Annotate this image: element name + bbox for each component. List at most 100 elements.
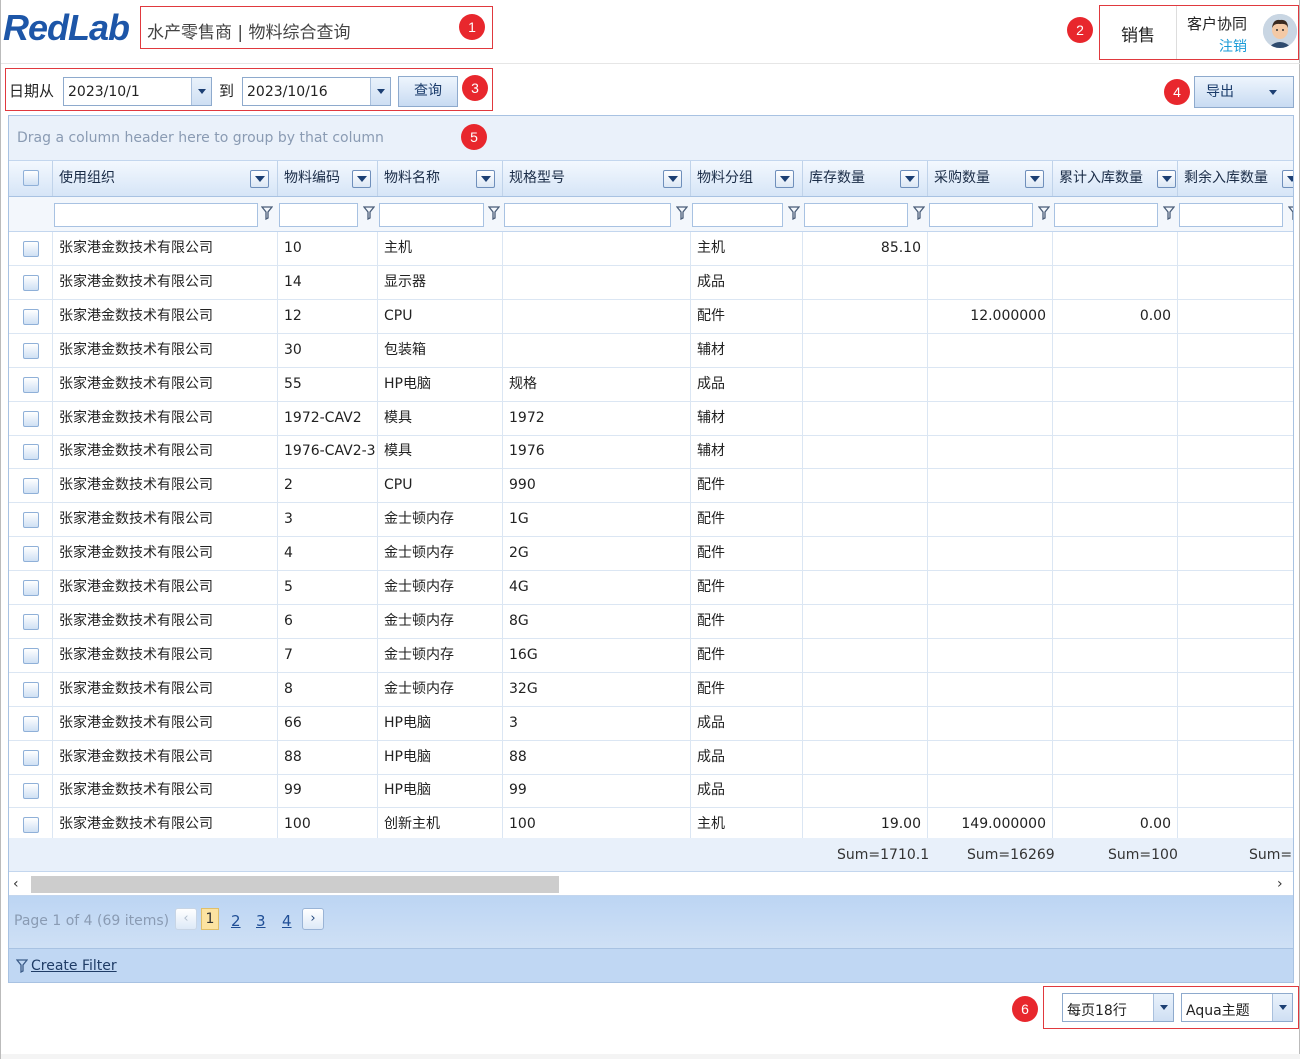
chevron-down-icon[interactable] xyxy=(1025,170,1044,188)
table-row[interactable]: 张家港金数技术有限公司 55 HP电脑 规格 成品 xyxy=(9,367,1293,402)
col-header-name[interactable]: 物料名称 xyxy=(378,161,503,196)
filter-icon[interactable] xyxy=(788,206,800,220)
filter-input-org[interactable] xyxy=(54,203,258,227)
current-page[interactable]: 1 xyxy=(201,908,219,930)
table-row[interactable]: 张家港金数技术有限公司 1976-CAV2-3 模具 1976 辅材 xyxy=(9,435,1293,470)
query-button[interactable]: 查询 xyxy=(398,76,458,107)
page-link-3[interactable]: 3 xyxy=(256,912,266,930)
row-checkbox[interactable] xyxy=(23,478,39,495)
table-row[interactable]: 张家港金数技术有限公司 4 金士顿内存 2G 配件 xyxy=(9,537,1293,572)
table-row[interactable]: 张家港金数技术有限公司 2 CPU 990 配件 xyxy=(9,469,1293,504)
table-row[interactable]: 张家港金数技术有限公司 88 HP电脑 88 成品 xyxy=(9,740,1293,775)
filter-icon[interactable] xyxy=(363,206,375,220)
filter-icon[interactable] xyxy=(488,206,500,220)
col-header-stock[interactable]: 库存数量 xyxy=(803,161,928,196)
filter-input-group[interactable] xyxy=(692,203,783,227)
page-size-select[interactable]: 每页18行 xyxy=(1062,993,1174,1022)
filter-input-code[interactable] xyxy=(279,203,358,227)
page-link-4[interactable]: 4 xyxy=(282,912,292,930)
scroll-left-arrow-icon[interactable]: ‹ xyxy=(13,876,19,892)
chevron-down-icon[interactable] xyxy=(663,170,682,188)
filter-icon[interactable] xyxy=(913,206,925,220)
row-checkbox[interactable] xyxy=(23,783,39,800)
filter-input-spec[interactable] xyxy=(504,203,671,227)
date-to-picker[interactable]: 2023/10/16 xyxy=(242,77,391,106)
chevron-down-icon[interactable] xyxy=(900,170,919,188)
filter-icon[interactable] xyxy=(1163,206,1175,220)
sales-menu[interactable]: 销售 xyxy=(1121,21,1155,46)
chevron-down-icon[interactable] xyxy=(352,170,371,188)
filter-icon[interactable] xyxy=(1288,206,1294,220)
scrollbar-thumb[interactable] xyxy=(31,876,559,893)
prev-page-icon[interactable]: ‹ xyxy=(175,908,197,930)
row-checkbox[interactable] xyxy=(23,546,39,563)
chevron-down-icon[interactable] xyxy=(1157,170,1176,188)
select-all-checkbox[interactable] xyxy=(23,170,39,186)
next-page-icon[interactable]: › xyxy=(302,908,324,930)
table-row[interactable]: 张家港金数技术有限公司 1972-CAV2 模具 1972 辅材 xyxy=(9,401,1293,436)
row-checkbox[interactable] xyxy=(23,342,39,359)
horizontal-scrollbar[interactable]: ‹ › xyxy=(9,872,1293,896)
col-header-org[interactable]: 使用组织 xyxy=(53,161,278,196)
theme-select[interactable]: Aqua主题 xyxy=(1181,993,1293,1022)
col-header-spec[interactable]: 规格型号 xyxy=(503,161,691,196)
col-header-remaining[interactable]: 剩余入库数量 xyxy=(1178,161,1293,196)
row-checkbox[interactable] xyxy=(23,308,39,325)
col-header-group[interactable]: 物料分组 xyxy=(691,161,803,196)
row-checkbox[interactable] xyxy=(23,376,39,393)
col-header-label: 库存数量 xyxy=(809,170,865,186)
page-link-2[interactable]: 2 xyxy=(231,912,241,930)
col-header-code[interactable]: 物料编码 xyxy=(278,161,378,196)
row-checkbox[interactable] xyxy=(23,241,39,257)
table-row[interactable]: 张家港金数技术有限公司 5 金士顿内存 4G 配件 xyxy=(9,571,1293,605)
chevron-down-icon[interactable] xyxy=(1272,994,1292,1021)
chevron-down-icon[interactable] xyxy=(775,170,794,188)
group-panel[interactable]: Drag a column header here to group by th… xyxy=(9,116,1293,161)
table-row[interactable]: 张家港金数技术有限公司 14 显示器 成品 xyxy=(9,265,1293,300)
table-row[interactable]: 张家港金数技术有限公司 30 包装箱 辅材 xyxy=(9,333,1293,368)
table-row[interactable]: 张家港金数技术有限公司 6 金士顿内存 8G 配件 xyxy=(9,604,1293,639)
table-row[interactable]: 张家港金数技术有限公司 3 金士顿内存 1G 配件 xyxy=(9,503,1293,538)
row-checkbox[interactable] xyxy=(23,274,39,291)
row-checkbox[interactable] xyxy=(23,715,39,732)
create-filter-link[interactable]: Create Filter xyxy=(31,958,117,974)
cell-code: 100 xyxy=(278,808,378,842)
chevron-down-icon[interactable] xyxy=(476,170,495,188)
table-row[interactable]: 张家港金数技术有限公司 7 金士顿内存 16G 配件 xyxy=(9,638,1293,673)
row-checkbox[interactable] xyxy=(23,444,39,461)
row-checkbox[interactable] xyxy=(23,817,39,834)
row-checkbox[interactable] xyxy=(23,512,39,529)
row-checkbox[interactable] xyxy=(23,410,39,427)
table-row[interactable]: 张家港金数技术有限公司 8 金士顿内存 32G 配件 xyxy=(9,672,1293,707)
filter-icon[interactable] xyxy=(261,206,273,220)
chevron-down-icon[interactable] xyxy=(1153,994,1173,1021)
row-checkbox[interactable] xyxy=(23,681,39,698)
scroll-right-arrow-icon[interactable]: › xyxy=(1277,876,1283,892)
chevron-down-icon[interactable] xyxy=(191,78,211,105)
logout-link[interactable]: 注销 xyxy=(1219,36,1247,56)
filter-input-remaining[interactable] xyxy=(1179,203,1283,227)
export-button[interactable]: 导出 xyxy=(1194,76,1294,108)
table-row[interactable]: 张家港金数技术有限公司 66 HP电脑 3 成品 xyxy=(9,706,1293,741)
chevron-down-icon[interactable] xyxy=(250,170,269,188)
filter-input-received[interactable] xyxy=(1054,203,1158,227)
chevron-down-icon[interactable] xyxy=(1282,170,1293,188)
filter-input-name[interactable] xyxy=(379,203,484,227)
filter-input-stock[interactable] xyxy=(804,203,908,227)
col-header-purchase[interactable]: 采购数量 xyxy=(928,161,1053,196)
table-row[interactable]: 张家港金数技术有限公司 10 主机 主机 85.10 xyxy=(9,232,1293,266)
row-checkbox[interactable] xyxy=(23,749,39,766)
filter-icon[interactable] xyxy=(1038,206,1050,220)
row-checkbox[interactable] xyxy=(23,580,39,596)
date-from-picker[interactable]: 2023/10/1 xyxy=(63,77,212,106)
table-row[interactable]: 张家港金数技术有限公司 99 HP电脑 99 成品 xyxy=(9,774,1293,809)
row-checkbox[interactable] xyxy=(23,647,39,664)
chevron-down-icon[interactable] xyxy=(370,78,390,105)
table-row[interactable]: 张家港金数技术有限公司 12 CPU 配件 12.000000 0.00 xyxy=(9,299,1293,334)
avatar[interactable] xyxy=(1263,14,1297,48)
customer-collab-menu[interactable]: 客户协同 xyxy=(1187,13,1247,34)
filter-input-purchase[interactable] xyxy=(929,203,1033,227)
col-header-received[interactable]: 累计入库数量 xyxy=(1053,161,1178,196)
row-checkbox[interactable] xyxy=(23,613,39,630)
filter-icon[interactable] xyxy=(676,206,688,220)
